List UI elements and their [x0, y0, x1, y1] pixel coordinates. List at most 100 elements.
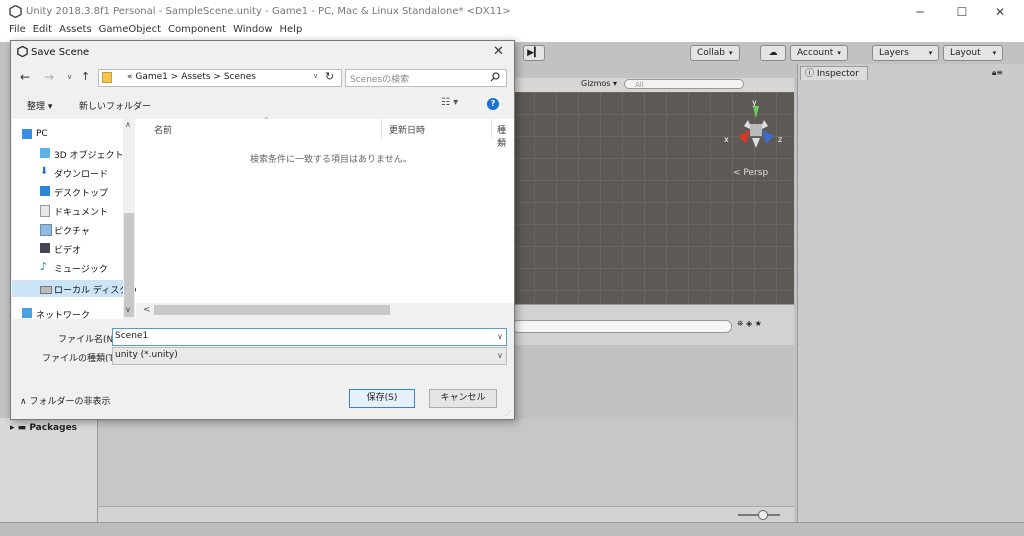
menu-window[interactable]: Window	[233, 24, 272, 35]
nav-label: ドキュメント	[54, 208, 109, 218]
title-bar: Unity 2018.3.8f1 Personal - SampleScene.…	[0, 0, 1024, 24]
nav-item-pc[interactable]: PC	[22, 129, 48, 139]
persp-label[interactable]: < Persp	[733, 168, 768, 178]
scene-search-input[interactable]: All	[624, 79, 744, 89]
help-icon[interactable]: ?	[487, 98, 499, 110]
filter-icons[interactable]: ⛯ ◈ ★	[737, 319, 762, 329]
filename-field[interactable]	[112, 328, 507, 346]
nav-label: ネットワーク	[36, 311, 91, 321]
breadcrumb-assets[interactable]: Assets	[181, 72, 210, 82]
column-header-name[interactable]: 名前	[154, 123, 172, 136]
scroll-down-icon[interactable]: ∨	[125, 305, 131, 314]
cloud-button[interactable]: ☁	[760, 45, 786, 61]
step-button[interactable]: ▶▎	[523, 45, 545, 61]
filename-dropdown-icon[interactable]: ∨	[497, 332, 503, 341]
cancel-button[interactable]: キャンセル	[429, 389, 497, 408]
account-button[interactable]: Account ▾	[790, 45, 848, 61]
forward-arrow-icon[interactable]: →	[44, 70, 54, 84]
nav-item-desktop[interactable]: デスクトップ	[40, 186, 109, 199]
filename-label: ファイル名(N):	[58, 335, 120, 345]
view-options-icon[interactable]: ☷ ▾	[441, 97, 458, 108]
dialog-title: Save Scene	[31, 47, 90, 58]
layout-button[interactable]: Layout ▾	[943, 45, 1004, 61]
organize-button[interactable]: 整理 ▾	[27, 99, 52, 112]
filetype-dropdown-icon[interactable]: ∨	[497, 351, 503, 360]
filename-value[interactable]: Scene1	[115, 331, 148, 341]
orientation-gizmo-icon[interactable]: y x z	[720, 96, 792, 158]
column-header-date[interactable]: 更新日時	[389, 123, 425, 136]
tab-inspector[interactable]: ⓘ Inspector	[800, 66, 868, 80]
nav-item-3d-objects[interactable]: 3D オブジェクト	[40, 148, 124, 161]
menu-file[interactable]: File	[9, 24, 26, 35]
project-tree: ▸ ▬ Packages	[0, 418, 98, 528]
nav-item-downloads[interactable]: ⬇ ダウンロード	[40, 166, 108, 180]
nav-label: デスクトップ	[54, 189, 109, 199]
folder-icon	[102, 72, 112, 83]
column-header-type[interactable]: 種類	[497, 123, 514, 149]
nav-item-music[interactable]: ♪ ミュージック	[40, 260, 108, 275]
file-list[interactable]	[136, 119, 514, 317]
layers-label: Layers	[879, 48, 909, 58]
inspector-panel	[797, 64, 1024, 524]
menu-component[interactable]: Component	[168, 24, 226, 35]
menu-edit[interactable]: Edit	[33, 24, 52, 35]
unity-logo-icon	[9, 5, 22, 18]
chevron-down-icon: ▾	[837, 49, 841, 57]
collab-button[interactable]: Collab ▾	[690, 45, 740, 61]
nav-scroll-thumb[interactable]	[124, 213, 134, 317]
layers-button[interactable]: Layers ▾	[872, 45, 940, 61]
nav-item-videos[interactable]: ビデオ	[40, 243, 82, 256]
breadcrumb-separator: >	[170, 72, 179, 82]
breadcrumb-game1[interactable]: Game1	[135, 72, 168, 82]
refresh-icon[interactable]: ↻	[325, 70, 334, 83]
info-icon: ⓘ	[805, 69, 815, 79]
project-search-input[interactable]	[512, 320, 732, 333]
nav-item-pictures[interactable]: ピクチャ	[40, 224, 90, 237]
close-window-button[interactable]: ✕	[990, 5, 1010, 19]
nav-item-network[interactable]: ネットワーク	[22, 308, 91, 321]
gizmos-dropdown[interactable]: Gizmos ▾	[581, 79, 617, 88]
nav-label: 3D オブジェクト	[54, 151, 124, 161]
menu-help[interactable]: Help	[280, 24, 303, 35]
packages-item[interactable]: ▸ ▬ Packages	[10, 423, 77, 433]
scroll-left-icon[interactable]: <	[143, 305, 151, 315]
save-button[interactable]: 保存(S)	[349, 389, 415, 408]
up-arrow-icon[interactable]: ↑	[81, 70, 90, 83]
lock-icon[interactable]: 🔒︎≡	[992, 68, 1003, 78]
breadcrumb-scenes[interactable]: Scenes	[224, 72, 256, 82]
menu-assets[interactable]: Assets	[59, 24, 92, 35]
maximize-button[interactable]: ☐	[952, 5, 972, 19]
nav-label: PC	[36, 129, 48, 139]
unity-logo-icon	[17, 46, 28, 57]
gizmo-y-label: y	[752, 98, 757, 107]
gizmos-label: Gizmos	[581, 79, 611, 88]
address-dropdown-icon[interactable]: ∨	[313, 72, 318, 80]
breadcrumb-overflow[interactable]: «	[127, 72, 133, 82]
navigation-pane: PC 3D オブジェクト ⬇ ダウンロード デスクトップ ドキュメント ピクチャ …	[12, 119, 141, 321]
nav-label: ビデオ	[54, 246, 82, 256]
chevron-down-icon: ▾	[729, 49, 733, 57]
resize-grip-icon[interactable]: ⋰	[505, 409, 512, 417]
gizmo-x-label: x	[724, 135, 729, 144]
disk-icon	[40, 286, 52, 294]
scroll-up-icon[interactable]: ∧	[125, 120, 131, 129]
back-arrow-icon[interactable]: ←	[20, 70, 30, 84]
menu-gameobject[interactable]: GameObject	[99, 24, 161, 35]
hide-folders-button[interactable]: ∧ フォルダーの非表示	[20, 394, 110, 407]
cube-icon	[40, 148, 50, 158]
filetype-value[interactable]: unity (*.unity)	[115, 350, 178, 360]
download-icon: ⬇	[40, 166, 49, 177]
zoom-slider-thumb[interactable]	[758, 510, 768, 520]
column-divider	[491, 119, 492, 139]
new-folder-button[interactable]: 新しいフォルダー	[79, 99, 151, 112]
project-footer	[98, 506, 794, 523]
dialog-close-button[interactable]: ✕	[493, 44, 504, 59]
horizontal-scroll-thumb[interactable]	[154, 305, 390, 315]
scene-header: Gizmos ▾ All	[512, 78, 794, 93]
search-placeholder: Scenesの検索	[350, 75, 410, 85]
recent-dropdown-icon[interactable]: ∨	[67, 73, 72, 81]
minimize-button[interactable]: ─	[910, 5, 930, 19]
window-title: Unity 2018.3.8f1 Personal - SampleScene.…	[26, 6, 511, 17]
nav-item-documents[interactable]: ドキュメント	[40, 205, 109, 218]
scene-view[interactable]: y x z	[512, 92, 794, 304]
